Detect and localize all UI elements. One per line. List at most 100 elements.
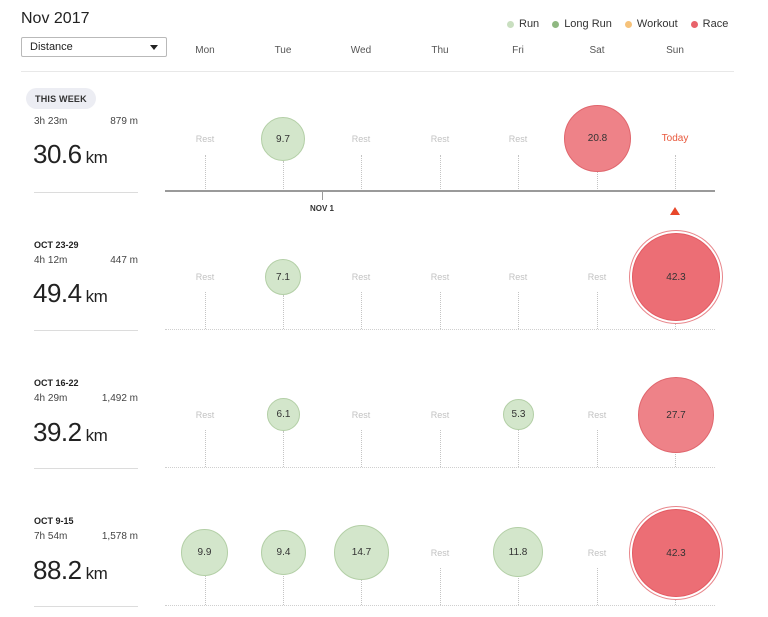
month-boundary-label: NOV 1 (309, 204, 334, 213)
rest-label: Rest (430, 272, 450, 282)
month-boundary-tick (322, 192, 323, 200)
day-stem (205, 292, 206, 329)
summary-divider (34, 606, 138, 607)
rest-label: Rest (508, 272, 528, 282)
legend-label: Long Run (564, 18, 612, 30)
page-title: Nov 2017 (21, 10, 90, 27)
legend: Run Long Run Workout Race (507, 18, 728, 30)
week-elevation: 447 m (110, 255, 138, 266)
day-stem (440, 568, 441, 605)
day-stem (283, 576, 284, 605)
day-stem (675, 452, 676, 467)
week-label: OCT 23-29 (34, 240, 79, 250)
legend-item-race: Race (690, 18, 729, 30)
long-run-dot-icon (552, 20, 560, 28)
day-stem (361, 155, 362, 191)
day-header-tue: Tue (274, 45, 292, 56)
week-baseline (165, 329, 715, 330)
distance-value: 30.6 (33, 139, 82, 169)
rest-label: Rest (430, 134, 450, 144)
rest-label: Rest (587, 548, 607, 558)
day-stem (440, 292, 441, 329)
rest-label: Rest (195, 410, 215, 420)
race-dot-icon (690, 20, 698, 28)
activity-bubble-run[interactable]: 5.3 (503, 399, 534, 430)
day-stem (597, 292, 598, 329)
distance-value: 39.2 (33, 417, 82, 447)
week-baseline (165, 467, 715, 468)
legend-label: Race (702, 18, 729, 30)
rest-label: Rest (508, 134, 528, 144)
activity-bubble-run[interactable]: 9.7 (261, 117, 305, 161)
activity-bubble-race[interactable]: 42.3 (632, 509, 720, 597)
day-stem (205, 155, 206, 191)
today-label: Today (661, 133, 689, 144)
day-stem (518, 430, 519, 467)
week-elevation: 1,492 m (101, 393, 138, 404)
rest-label: Rest (195, 272, 215, 282)
day-stem (675, 598, 676, 605)
metric-select-value: Distance (30, 41, 73, 53)
day-stem (597, 430, 598, 467)
activity-bubble-race[interactable]: 42.3 (632, 233, 720, 321)
day-stem (361, 430, 362, 467)
day-stem (518, 292, 519, 329)
day-stem (440, 430, 441, 467)
day-stem (205, 430, 206, 467)
day-stem (361, 292, 362, 329)
legend-item-run: Run (507, 18, 539, 30)
distance-value: 49.4 (33, 278, 82, 308)
activity-bubble-run[interactable]: 9.9 (181, 529, 228, 576)
week-baseline (165, 190, 715, 192)
day-stem (675, 322, 676, 329)
header-divider (21, 71, 734, 72)
distance-unit: km (85, 287, 108, 306)
day-header-sun: Sun (666, 45, 684, 56)
day-stem (205, 576, 206, 605)
day-stem (283, 431, 284, 467)
day-header-mon: Mon (195, 45, 215, 56)
workout-dot-icon (624, 20, 632, 28)
legend-item-long-run: Long Run (552, 18, 612, 30)
rest-label: Rest (351, 272, 371, 282)
activity-bubble-race[interactable]: 27.7 (638, 377, 714, 453)
day-header-fri: Fri (512, 45, 524, 56)
activity-bubble-run[interactable]: 7.1 (265, 259, 301, 295)
activity-bubble-run[interactable]: 14.7 (334, 525, 389, 580)
week-distance: 49.4 km (33, 278, 108, 309)
rest-label: Rest (195, 134, 215, 144)
run-dot-icon (507, 20, 514, 28)
week-label: OCT 16-22 (34, 378, 79, 388)
day-stem (440, 155, 441, 191)
day-stem (675, 155, 676, 191)
day-stem (597, 172, 598, 191)
distance-value: 88.2 (33, 555, 82, 585)
legend-item-workout: Workout (624, 18, 678, 30)
caret-down-icon (150, 44, 158, 50)
day-stem (283, 295, 284, 329)
distance-unit: km (85, 148, 108, 167)
distance-unit: km (85, 564, 108, 583)
day-stem (518, 578, 519, 605)
distance-unit: km (85, 426, 108, 445)
activity-bubble-run[interactable]: 9.4 (261, 530, 306, 575)
week-distance: 88.2 km (33, 555, 108, 586)
day-stem (283, 161, 284, 191)
week-distance: 39.2 km (33, 417, 108, 448)
rest-label: Rest (587, 410, 607, 420)
summary-divider (34, 330, 138, 331)
rest-label: Rest (351, 134, 371, 144)
activity-bubble-run[interactable]: 11.8 (493, 527, 543, 577)
summary-divider (34, 192, 138, 193)
activity-bubble-race[interactable]: 20.8 (564, 105, 631, 172)
day-header-wed: Wed (350, 45, 372, 56)
day-header-thu: Thu (431, 45, 449, 56)
week-label: OCT 9-15 (34, 516, 74, 526)
legend-label: Run (519, 18, 540, 30)
day-stem (518, 155, 519, 191)
activity-bubble-run[interactable]: 6.1 (267, 398, 300, 431)
week-baseline (165, 605, 715, 606)
metric-select[interactable]: Distance (21, 37, 167, 57)
summary-divider (34, 468, 138, 469)
day-stem (361, 580, 362, 605)
